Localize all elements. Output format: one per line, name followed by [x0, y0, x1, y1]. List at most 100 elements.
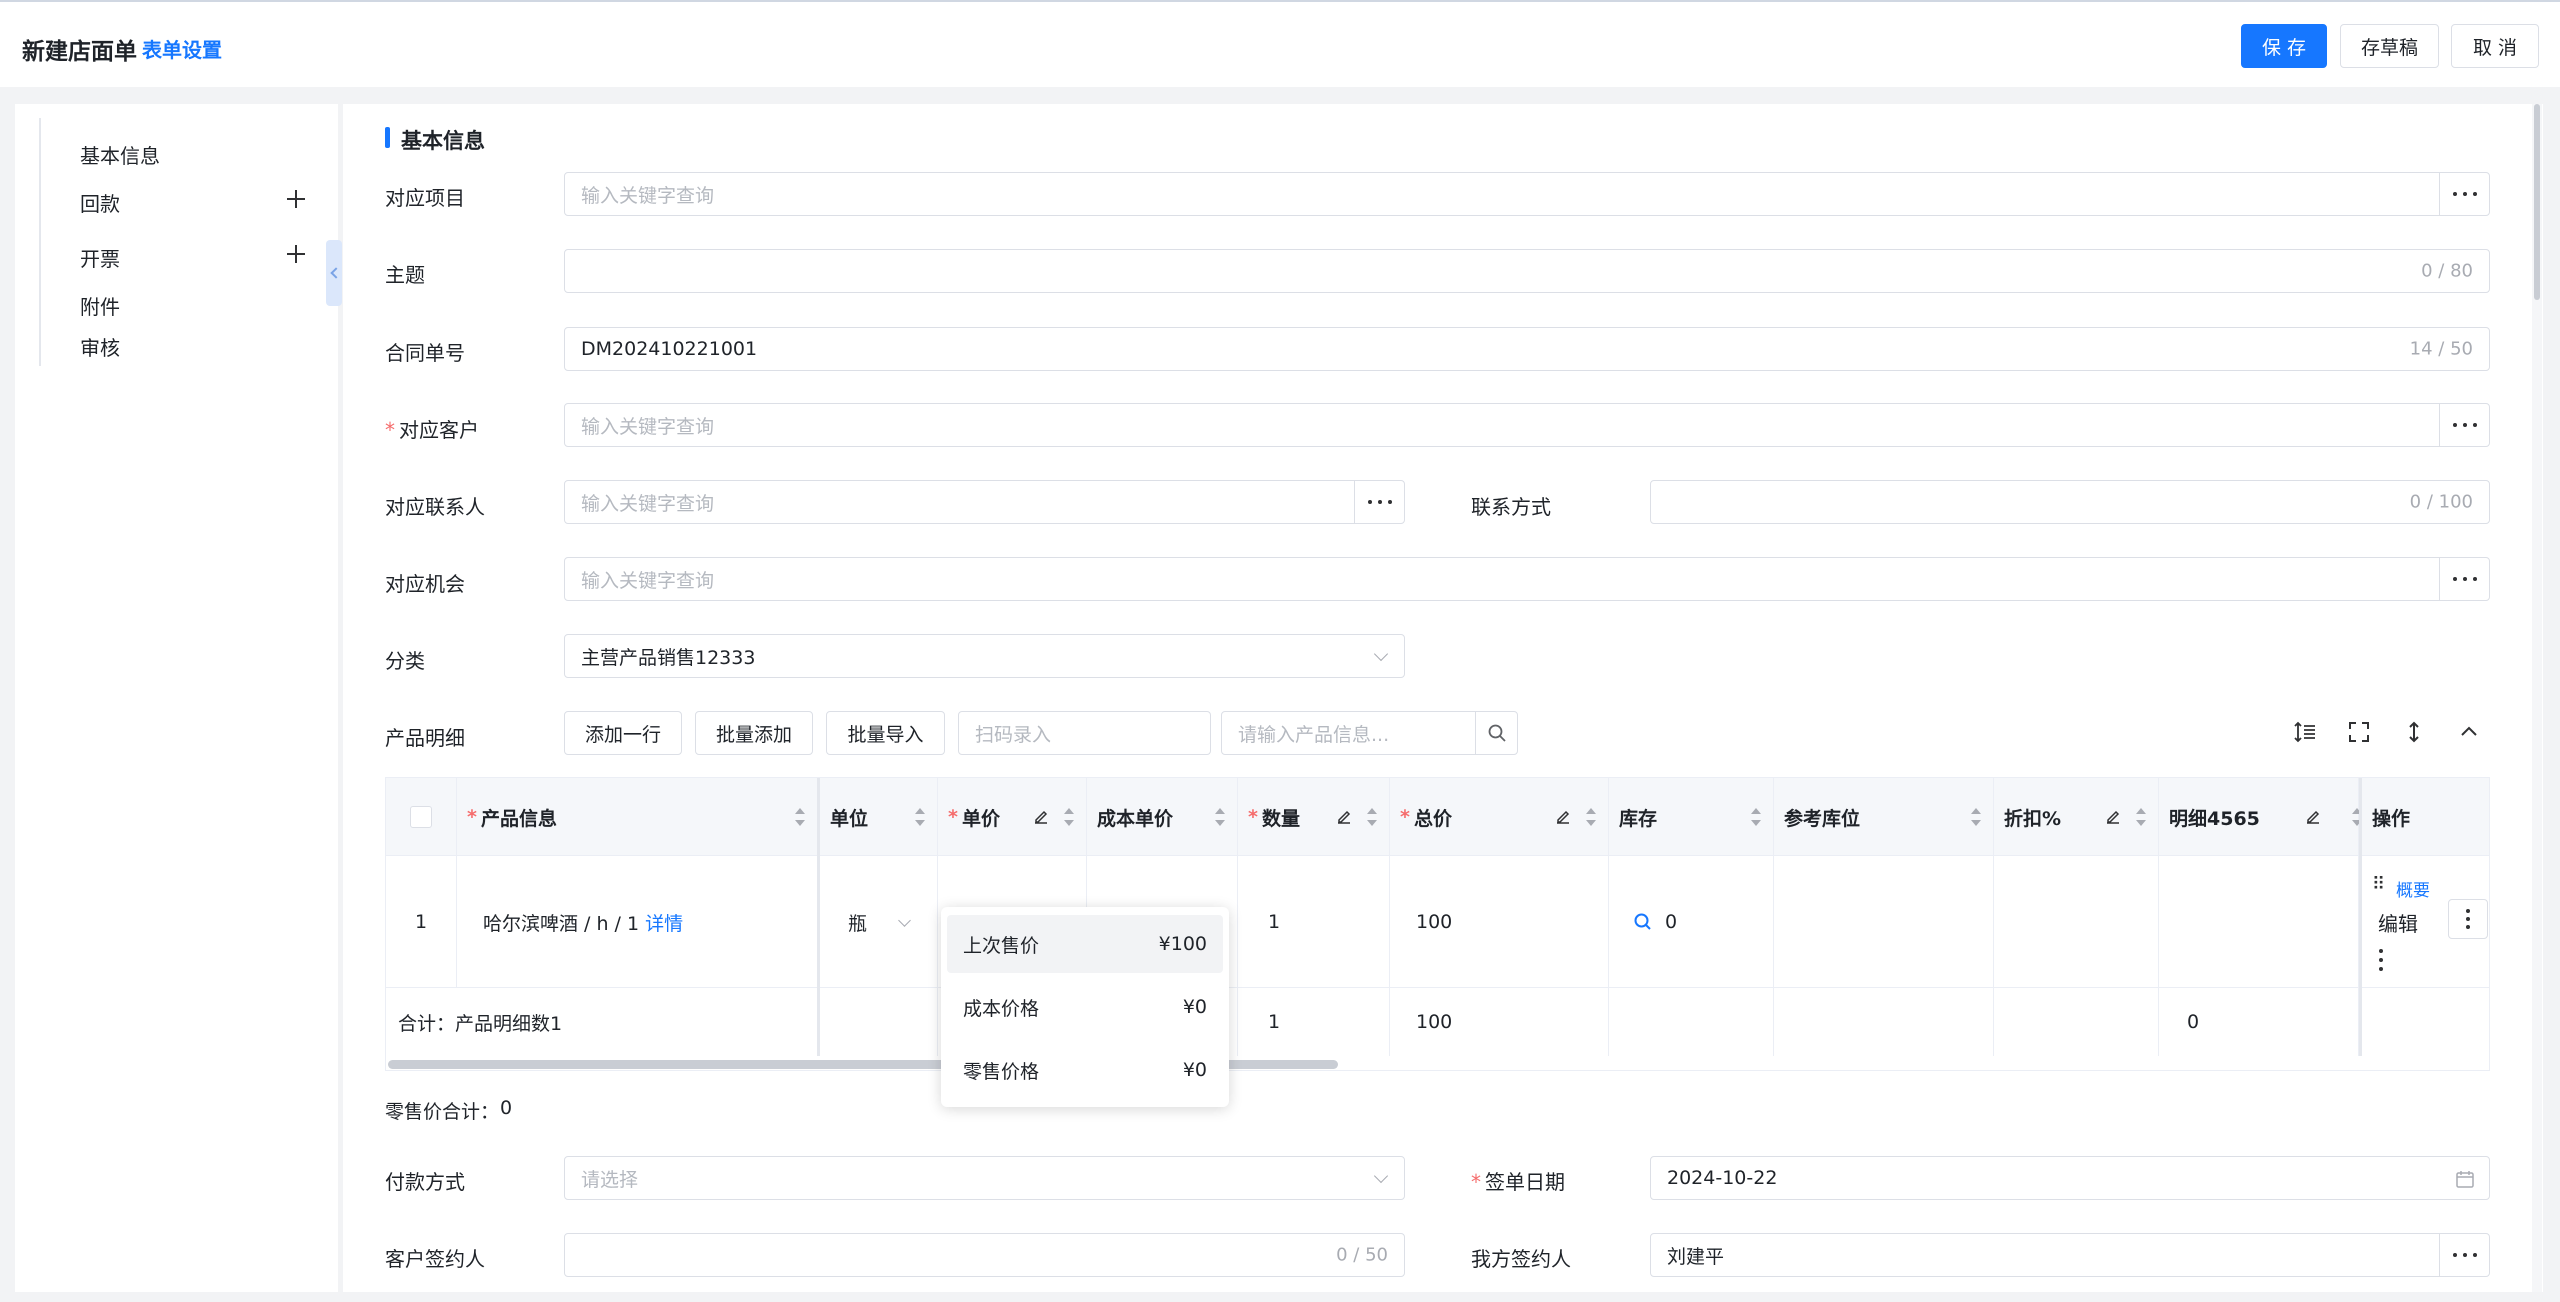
project-field[interactable]: 输入关键字查询: [564, 172, 2490, 216]
sort-icon[interactable]: [1367, 807, 1377, 827]
row-total-cell[interactable]: 100: [1390, 856, 1609, 988]
sort-icon[interactable]: [795, 807, 805, 827]
retail-total-value: 0: [500, 1097, 513, 1119]
col-header-price[interactable]: * 单价: [938, 778, 1087, 856]
top-bar: 新建店面单 表单设置 保 存 存草稿 取 消: [0, 0, 2560, 87]
sort-icon[interactable]: [1215, 807, 1225, 827]
row-height-icon[interactable]: [2293, 720, 2317, 744]
sidebar-divider: [39, 118, 41, 366]
add-invoice-icon[interactable]: [287, 245, 305, 263]
more-actions-button[interactable]: [2448, 899, 2488, 939]
col-header-qty[interactable]: * 数量: [1238, 778, 1390, 856]
product-search-placeholder: 请输入产品信息...: [1238, 723, 1390, 746]
opportunity-label: 对应机会: [385, 572, 465, 596]
edit-icon[interactable]: [2304, 808, 2322, 826]
add-row-button[interactable]: 添加一行: [564, 711, 682, 755]
col-header-discount[interactable]: 折扣%: [1994, 778, 2159, 856]
sidebar-item-payment[interactable]: 回款: [80, 188, 120, 217]
customer-field[interactable]: 输入关键字查询: [564, 403, 2490, 447]
sort-icon[interactable]: [1064, 807, 1074, 827]
sort-icon[interactable]: [2136, 807, 2146, 827]
col-header-unit[interactable]: 单位: [820, 778, 938, 856]
contract-no-field[interactable]: DM202410221001 14 / 50: [564, 327, 2490, 371]
search-icon: [1488, 724, 1506, 742]
sign-date-field[interactable]: 2024-10-22: [1650, 1156, 2490, 1200]
batch-import-button[interactable]: 批量导入: [826, 711, 945, 755]
batch-add-button[interactable]: 批量添加: [695, 711, 813, 755]
chevron-up-icon[interactable]: [2457, 720, 2481, 744]
product-detail-label: 产品明细: [385, 726, 465, 750]
form-settings-link[interactable]: 表单设置: [142, 34, 222, 63]
edit-icon[interactable]: [2104, 808, 2122, 826]
scrollbar-thumb[interactable]: [2534, 104, 2540, 300]
col-header-cost[interactable]: 成本单价: [1087, 778, 1238, 856]
category-select[interactable]: 主营产品销售12333: [564, 634, 1405, 678]
customer-signer-counter: 0 / 50: [1336, 1244, 1388, 1266]
popup-item-label: 零售价格: [963, 1060, 1040, 1083]
sign-date-value: 2024-10-22: [1667, 1167, 1778, 1189]
subject-field[interactable]: 0 / 80: [564, 249, 2490, 293]
col-header-detail[interactable]: 明细4565: [2159, 778, 2362, 856]
opportunity-field[interactable]: 输入关键字查询: [564, 557, 2490, 601]
contact-field[interactable]: 输入关键字查询: [564, 480, 1405, 524]
sort-icon[interactable]: [1751, 807, 1761, 827]
select-all-checkbox[interactable]: [410, 806, 432, 828]
save-draft-button[interactable]: 存草稿: [2340, 24, 2439, 68]
col-header-stock[interactable]: 库存: [1609, 778, 1774, 856]
overview-link[interactable]: 概要: [2396, 876, 2430, 901]
more-vertical-icon[interactable]: [2378, 949, 2384, 971]
save-button[interactable]: 保 存: [2241, 24, 2327, 68]
popup-item-retail-price[interactable]: 零售价格 ¥0: [947, 1041, 1223, 1099]
sidebar-item-invoice[interactable]: 开票: [80, 243, 120, 272]
more-icon[interactable]: [1354, 481, 1404, 523]
summary-ops-cell: [2359, 988, 2489, 1056]
product-search-input[interactable]: 请输入产品信息...: [1221, 711, 1518, 755]
more-icon[interactable]: [2439, 1234, 2489, 1276]
collapse-sidebar-handle[interactable]: [326, 240, 342, 306]
col-header-unit-label: 单位: [830, 807, 869, 830]
payment-select[interactable]: 请选择: [564, 1156, 1405, 1200]
sidebar-item-review[interactable]: 审核: [80, 332, 120, 361]
row-stock-value: 0: [1665, 911, 1678, 933]
search-button[interactable]: [1475, 712, 1517, 754]
col-header-location[interactable]: 参考库位: [1774, 778, 1994, 856]
edit-icon[interactable]: [1554, 808, 1572, 826]
summary-location-cell: [1774, 988, 1994, 1056]
popup-item-cost-price[interactable]: 成本价格 ¥0: [947, 978, 1223, 1036]
col-header-qty-label: 数量: [1261, 807, 1300, 830]
calendar-icon[interactable]: [2455, 1169, 2475, 1189]
sort-icon[interactable]: [1586, 807, 1596, 827]
row-detail-cell: [2159, 856, 2359, 988]
col-header-total[interactable]: * 总价: [1390, 778, 1609, 856]
product-detail-link[interactable]: 详情: [645, 909, 683, 936]
row-qty-cell[interactable]: 1: [1238, 856, 1390, 988]
search-icon[interactable]: [1633, 912, 1653, 932]
edit-link[interactable]: 编辑: [2378, 908, 2418, 937]
fullscreen-icon[interactable]: [2347, 720, 2371, 744]
row-unit-cell[interactable]: 瓶: [820, 856, 938, 988]
scan-input[interactable]: 扫码录入: [958, 711, 1211, 755]
category-value: 主营产品销售12333: [581, 646, 756, 669]
sidebar-item-basic-info[interactable]: 基本信息: [80, 140, 160, 169]
section-title: 基本信息: [401, 129, 485, 153]
edit-icon[interactable]: [1032, 808, 1050, 826]
sort-icon[interactable]: [915, 807, 925, 827]
more-icon[interactable]: [2439, 404, 2489, 446]
popup-item-last-price[interactable]: 上次售价 ¥100: [947, 915, 1223, 973]
contact-method-field[interactable]: 0 / 100: [1650, 480, 2490, 524]
more-icon[interactable]: [2439, 173, 2489, 215]
col-header-product[interactable]: * 产品信息: [457, 778, 820, 856]
customer-label: * 对应客户: [385, 414, 479, 443]
edit-icon[interactable]: [1335, 808, 1353, 826]
customer-signer-field[interactable]: 0 / 50: [564, 1233, 1405, 1277]
our-signer-field[interactable]: 刘建平: [1650, 1233, 2490, 1277]
add-payment-icon[interactable]: [287, 190, 305, 208]
drag-handle-icon[interactable]: ⠿: [2372, 874, 2385, 895]
row-product-name: 哈尔滨啤酒 / h / 1: [483, 912, 640, 935]
sort-icon[interactable]: [1971, 807, 1981, 827]
more-icon[interactable]: [2439, 558, 2489, 600]
cancel-button[interactable]: 取 消: [2451, 24, 2539, 68]
expand-vertical-icon[interactable]: [2402, 720, 2426, 744]
chevron-down-icon: [898, 914, 911, 927]
sidebar-item-attachment[interactable]: 附件: [80, 291, 120, 320]
